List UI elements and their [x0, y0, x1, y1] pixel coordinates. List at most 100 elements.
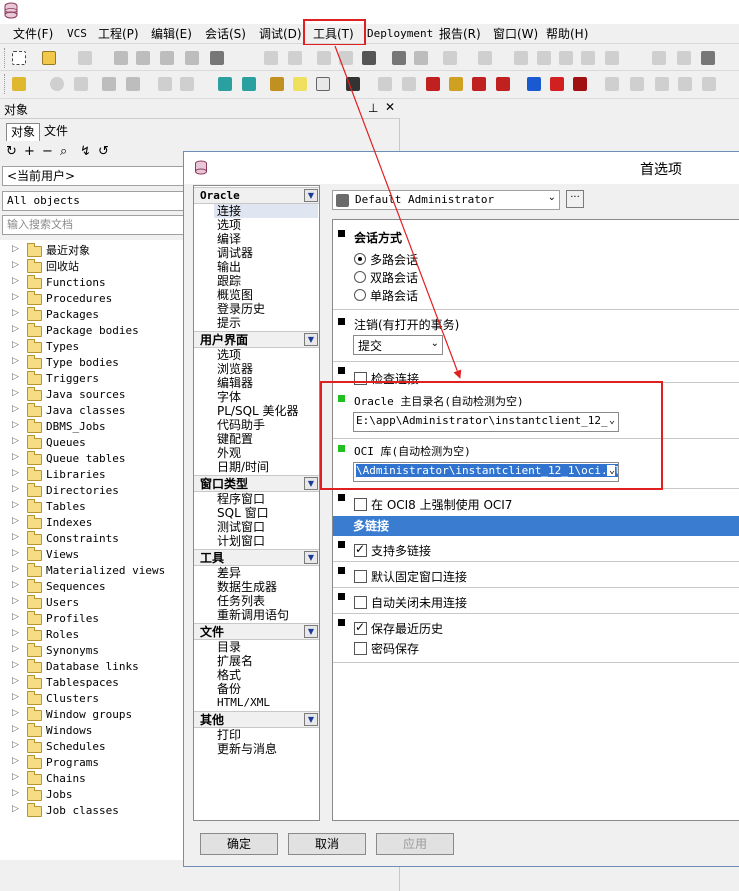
expand-arrow-icon[interactable]: ▷ [12, 420, 19, 430]
filter-reset-icon[interactable]: ↺ [98, 145, 109, 159]
eraser-icon[interactable] [400, 75, 418, 93]
nav-item[interactable]: 打印 [217, 728, 241, 742]
save-as-icon[interactable] [134, 49, 152, 67]
tree-item[interactable]: ▷ Package bodies [0, 323, 190, 339]
nav-item[interactable]: 差异 [217, 566, 241, 580]
expand-arrow-icon[interactable]: ▷ [12, 564, 19, 574]
expand-arrow-icon[interactable]: ▷ [12, 660, 19, 670]
tree-item[interactable]: ▷ Constraints [0, 531, 190, 547]
expand-arrow-icon[interactable]: ▷ [12, 404, 19, 414]
nav-item[interactable]: 字体 [217, 390, 241, 404]
tree-item[interactable]: ▷ Materialized views [0, 563, 190, 579]
tree-item[interactable]: ▷ Functions [0, 275, 190, 291]
menu-session[interactable]: 会话(S) [205, 26, 246, 44]
auto-close-connection-checkbox[interactable]: 自动关闭未用连接 [354, 594, 467, 610]
sql-icon[interactable] [178, 75, 196, 93]
tree-item[interactable]: ▷ 回收站 [0, 259, 190, 275]
key-icon[interactable] [268, 75, 286, 93]
tree-item[interactable]: ▷ DBMS_Jobs [0, 419, 190, 435]
expand-arrow-icon[interactable]: ▷ [12, 436, 19, 446]
cut-icon[interactable] [315, 49, 333, 67]
tree-item[interactable]: ▷ Views [0, 547, 190, 563]
logon-key-icon[interactable] [10, 75, 28, 93]
nav-item[interactable]: 数据生成器 [217, 580, 277, 594]
expand-arrow-icon[interactable]: ▷ [12, 244, 19, 254]
tree-item[interactable]: ▷ Synonyms [0, 643, 190, 659]
expand-arrow-icon[interactable]: ▷ [12, 260, 19, 270]
print-preview-icon[interactable] [183, 49, 201, 67]
menu-reports[interactable]: 报告(R) [439, 26, 481, 44]
expand-arrow-icon[interactable]: ▷ [12, 340, 19, 350]
nav-section[interactable]: 工具 ▼ [194, 549, 319, 566]
expand-arrow-icon[interactable]: ▷ [12, 644, 19, 654]
tab-files[interactable]: 文件 [40, 123, 72, 141]
nav-item[interactable]: 选项 [217, 218, 241, 232]
nav-item[interactable]: 编辑器 [217, 376, 253, 390]
tree-item[interactable]: ▷ Directories [0, 483, 190, 499]
menu-project[interactable]: 工程(P) [98, 26, 139, 44]
expand-arrow-icon[interactable]: ▷ [12, 356, 19, 366]
collapse-icon[interactable]: ▼ [304, 551, 318, 564]
expand-arrow-icon[interactable]: ▷ [12, 484, 19, 494]
menu-deployment[interactable]: Deployment [367, 26, 433, 44]
expand-arrow-icon[interactable]: ▷ [12, 292, 19, 302]
nav-item[interactable]: 目录 [217, 640, 241, 654]
tree-item[interactable]: ▷ Java classes [0, 403, 190, 419]
arrow-right-blue-icon[interactable] [525, 75, 543, 93]
step-over-icon[interactable] [628, 75, 646, 93]
menu-vcs[interactable]: VCS [67, 26, 87, 44]
ok-button[interactable]: 确定 [200, 833, 278, 855]
printer-icon[interactable] [208, 49, 226, 67]
step-into-icon[interactable] [603, 75, 621, 93]
uppercase-icon[interactable] [557, 49, 575, 67]
nav-item[interactable]: 扩展名 [217, 654, 253, 668]
tree-item[interactable]: ▷ Indexes [0, 515, 190, 531]
nav-item[interactable]: 调试器 [217, 246, 253, 260]
nav-item[interactable]: 日期/时间 [217, 460, 269, 474]
nav-item[interactable]: 跟踪 [217, 274, 241, 288]
collapse-icon[interactable]: ▼ [304, 333, 318, 346]
stop-red-icon[interactable] [571, 75, 589, 93]
expand-arrow-icon[interactable]: ▷ [12, 676, 19, 686]
step-out-icon[interactable] [653, 75, 671, 93]
close-icon[interactable]: ✕ [385, 100, 395, 114]
expand-arrow-icon[interactable]: ▷ [12, 804, 19, 814]
object-red-icon[interactable] [424, 75, 442, 93]
expand-arrow-icon[interactable]: ▷ [12, 740, 19, 750]
collapse-icon[interactable]: ▼ [304, 477, 318, 490]
profile-select[interactable]: Default Administrator ⌄ [332, 190, 560, 210]
find-next-icon[interactable] [412, 49, 430, 67]
nav-item[interactable]: 登录历史 [217, 302, 265, 316]
expand-arrow-icon[interactable]: ▷ [12, 708, 19, 718]
nav-item[interactable]: 备份 [217, 682, 241, 696]
expand-arrow-icon[interactable]: ▷ [12, 452, 19, 462]
save-history-checkbox[interactable]: 保存最近历史 [354, 620, 443, 636]
breakpoint-icon[interactable] [700, 75, 718, 93]
object-delete-icon[interactable] [470, 75, 488, 93]
database-run-icon[interactable] [216, 75, 234, 93]
collapse-icon[interactable]: ▼ [304, 625, 318, 638]
gear-icon[interactable] [48, 75, 66, 93]
expand-arrow-icon[interactable]: ▷ [12, 324, 19, 334]
nav-section[interactable]: 其他 ▼ [194, 711, 319, 728]
new-icon[interactable] [10, 49, 28, 67]
menu-window[interactable]: 窗口(W) [493, 26, 538, 44]
tab-objects[interactable]: 对象 [6, 123, 41, 141]
tree-item[interactable]: ▷ Tables [0, 499, 190, 515]
profile-more-button[interactable]: ··· [566, 190, 584, 208]
save-icon[interactable] [112, 49, 130, 67]
nav-item[interactable]: 提示 [217, 316, 241, 330]
nav-item[interactable]: 程序窗口 [217, 492, 265, 506]
expand-arrow-icon[interactable]: ▷ [12, 500, 19, 510]
expand-arrow-icon[interactable]: ▷ [12, 788, 19, 798]
radio-single-session[interactable]: 单路会话 [354, 287, 418, 303]
tree-item[interactable]: ▷ Queue tables [0, 451, 190, 467]
expand-arrow-icon[interactable]: ▷ [12, 756, 19, 766]
tree-item[interactable]: ▷ Queues [0, 435, 190, 451]
object-edit-icon[interactable] [494, 75, 512, 93]
tree-item[interactable]: ▷ Clusters [0, 691, 190, 707]
tree-item[interactable]: ▷ Window groups [0, 707, 190, 723]
explain-icon[interactable] [156, 75, 174, 93]
collapse-icon[interactable]: ▼ [304, 713, 318, 726]
tree-item[interactable]: ▷ Windows [0, 723, 190, 739]
